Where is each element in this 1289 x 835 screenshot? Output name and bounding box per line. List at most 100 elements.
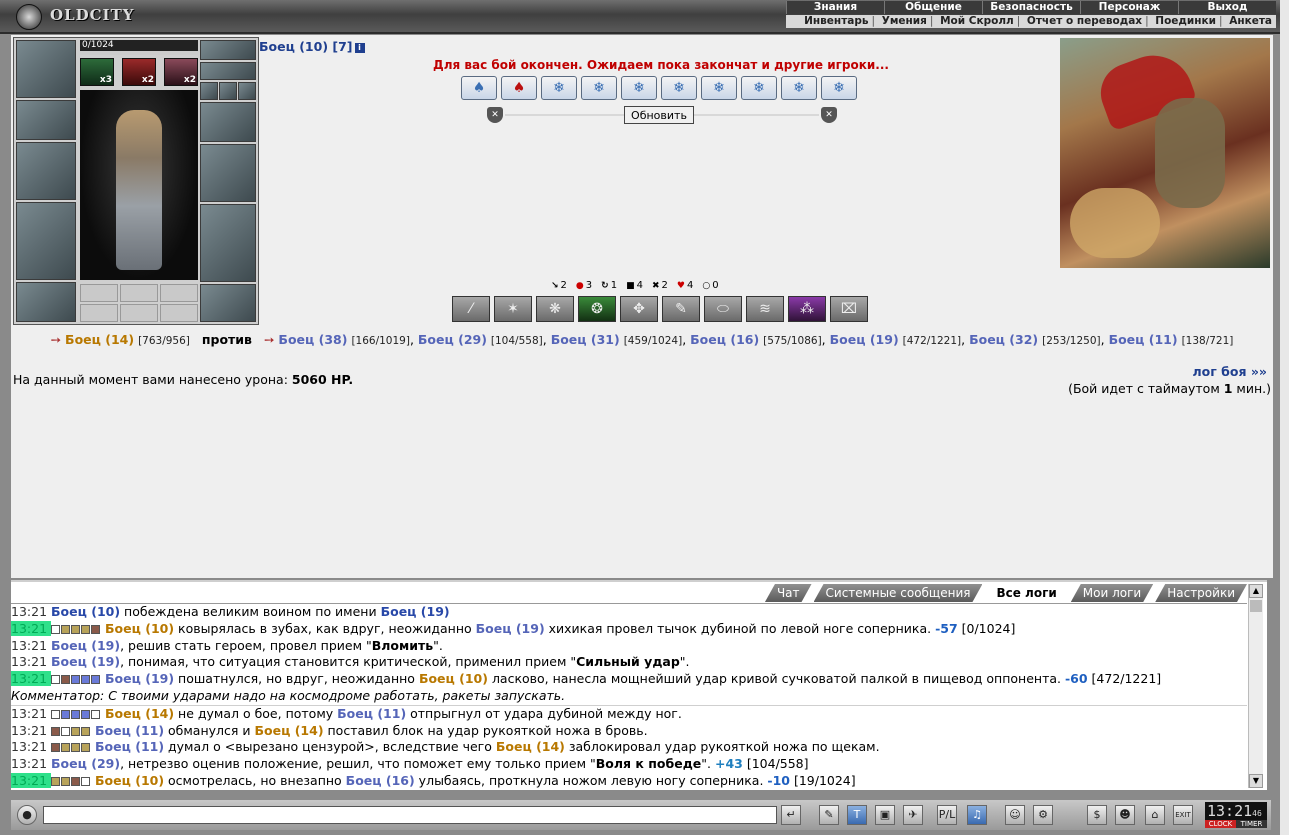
settings-icon[interactable]: ⚙ bbox=[1033, 805, 1053, 825]
save-icon[interactable]: ▣ bbox=[875, 805, 895, 825]
ability-shield-icon[interactable]: ⬭ bbox=[704, 296, 742, 322]
buff-red-icon[interactable]: x2 bbox=[122, 58, 156, 86]
fighter-name[interactable]: Боец (10) [7] i bbox=[259, 39, 365, 54]
helmet-slot[interactable] bbox=[16, 40, 76, 98]
buff-dark-icon[interactable]: x2 bbox=[164, 58, 198, 86]
card-frost-icon[interactable]: ❄ bbox=[741, 76, 777, 100]
gloves-slot[interactable] bbox=[200, 102, 256, 142]
smile-icon[interactable]: ☺ bbox=[1005, 805, 1025, 825]
subnav-transfers[interactable]: Отчет о переводах bbox=[1027, 15, 1142, 27]
card-frost-icon[interactable]: ❄ bbox=[781, 76, 817, 100]
hp-bar: 0/1024 bbox=[80, 40, 198, 51]
enemy-fighter[interactable]: Боец (29) bbox=[418, 332, 487, 347]
nav-exit[interactable]: Выход bbox=[1178, 1, 1276, 14]
subnav-skills[interactable]: Умения bbox=[882, 15, 927, 27]
card-frost-icon[interactable]: ❄ bbox=[621, 76, 657, 100]
house-icon[interactable]: ⌂ bbox=[1145, 805, 1165, 825]
empty-slot-4[interactable] bbox=[80, 304, 118, 322]
weapon-slot[interactable] bbox=[16, 142, 76, 200]
ability-nature-icon[interactable]: ❂ bbox=[578, 296, 616, 322]
enemy-fighter[interactable]: Боец (31) bbox=[551, 332, 620, 347]
nav-character[interactable]: Персонаж bbox=[1080, 1, 1178, 14]
card-frost-icon[interactable]: ❄ bbox=[821, 76, 857, 100]
log-scrollbar[interactable]: ▲ ▼ bbox=[1248, 584, 1263, 788]
enemy-fighter[interactable]: Боец (32) bbox=[969, 332, 1038, 347]
tab-my-logs[interactable]: Мои логи bbox=[1071, 584, 1153, 602]
fighter-self[interactable]: Боец (14) bbox=[65, 332, 134, 347]
mask-icon[interactable]: ☻ bbox=[1115, 805, 1135, 825]
bracers-slot[interactable] bbox=[16, 100, 76, 140]
smiley-menu-icon[interactable]: ● bbox=[17, 805, 37, 825]
ability-blade-icon[interactable]: ⁄ bbox=[452, 296, 490, 322]
ring-slot-1[interactable] bbox=[200, 82, 218, 100]
filter-icon[interactable]: T bbox=[847, 805, 867, 825]
subnav-my-scroll[interactable]: Мой Скролл bbox=[940, 15, 1014, 27]
scroll-down-icon[interactable]: ▼ bbox=[1249, 774, 1263, 788]
nav-knowledge[interactable]: Знания bbox=[786, 1, 884, 14]
character-portrait[interactable] bbox=[80, 90, 198, 280]
empty-slot-3[interactable] bbox=[160, 284, 198, 302]
empty-slot-1[interactable] bbox=[80, 284, 118, 302]
ability-spark-icon[interactable]: ✶ bbox=[494, 296, 532, 322]
tab-chat[interactable]: Чат bbox=[765, 584, 812, 602]
leggings-slot[interactable] bbox=[200, 204, 256, 282]
chat-input[interactable] bbox=[43, 806, 777, 824]
ability-dagger-icon[interactable]: ✎ bbox=[662, 296, 700, 322]
scroll-up-icon[interactable]: ▲ bbox=[1249, 584, 1263, 598]
send-icon[interactable]: ↵ bbox=[781, 805, 801, 825]
stat-crit: ✖ 2 bbox=[651, 280, 668, 291]
tab-settings[interactable]: Настройки bbox=[1155, 584, 1247, 602]
enemy-fighter[interactable]: Боец (38) bbox=[278, 332, 347, 347]
ability-wings-icon[interactable]: ❋ bbox=[536, 296, 574, 322]
subnav-inventory[interactable]: Инвентарь bbox=[804, 15, 868, 27]
refresh-button[interactable]: Обновить bbox=[624, 106, 694, 124]
enemy-fighter[interactable]: Боец (19) bbox=[830, 332, 899, 347]
ability-claw-icon[interactable]: ≋ bbox=[746, 296, 784, 322]
subnav-profile[interactable]: Анкета bbox=[1229, 15, 1272, 27]
info-icon[interactable]: i bbox=[354, 42, 365, 53]
card-player-hit-icon[interactable]: ♠ bbox=[501, 76, 537, 100]
tab-all-logs[interactable]: Все логи bbox=[984, 584, 1068, 602]
clear-icon[interactable]: ✎ bbox=[819, 805, 839, 825]
block-icon: ■ bbox=[626, 281, 635, 291]
enemy-fighter[interactable]: Боец (11) bbox=[1109, 332, 1178, 347]
exit-door-icon[interactable]: EXIT bbox=[1173, 805, 1193, 825]
empty-slot-2[interactable] bbox=[120, 284, 158, 302]
music-icon[interactable]: ♫ bbox=[967, 805, 987, 825]
money-bag-icon[interactable]: $ bbox=[1087, 805, 1107, 825]
card-frost-icon[interactable]: ❄ bbox=[701, 76, 737, 100]
log-row: 13:21 Боец (10) ковырялась в зубах, как … bbox=[11, 620, 1016, 636]
card-player-icon[interactable]: ♠ bbox=[461, 76, 497, 100]
tab-system-messages[interactable]: Системные сообщения bbox=[814, 584, 983, 602]
shield-slot[interactable] bbox=[200, 144, 256, 202]
travel-icon[interactable]: ✈ bbox=[903, 805, 923, 825]
private-log-icon[interactable]: P/L bbox=[937, 805, 957, 825]
ability-empty-icon[interactable]: ⌧ bbox=[830, 296, 868, 322]
ring-slot-2[interactable] bbox=[219, 82, 237, 100]
armor-slot[interactable] bbox=[16, 202, 76, 280]
earrings-slot[interactable] bbox=[200, 62, 256, 80]
card-frost-icon[interactable]: ❄ bbox=[541, 76, 577, 100]
battle-log-link[interactable]: лог боя »» bbox=[1193, 364, 1267, 379]
card-frost-icon[interactable]: ❄ bbox=[661, 76, 697, 100]
damage-summary: На данный момент вами нанесено урона: 50… bbox=[13, 372, 354, 387]
buff-green-icon[interactable]: x3 bbox=[80, 58, 114, 86]
strike-icon: ↘ bbox=[551, 281, 559, 291]
amulet-slot[interactable] bbox=[200, 40, 256, 60]
card-frost-icon[interactable]: ❄ bbox=[581, 76, 617, 100]
scroll-thumb[interactable] bbox=[1250, 600, 1262, 612]
ability-arcane-icon[interactable]: ⁂ bbox=[788, 296, 826, 322]
logo[interactable]: OLDCITY bbox=[4, 2, 133, 30]
subnav-duels[interactable]: Поединки bbox=[1155, 15, 1216, 27]
empty-slot-6[interactable] bbox=[160, 304, 198, 322]
logo-text: OLDCITY bbox=[50, 6, 135, 24]
enemy-fighter[interactable]: Боец (16) bbox=[690, 332, 759, 347]
empty-slot-5[interactable] bbox=[120, 304, 158, 322]
nav-communication[interactable]: Общение bbox=[884, 1, 982, 14]
game-clock: 13:2146 CLOCK TIMER bbox=[1205, 802, 1267, 828]
nav-security[interactable]: Безопасность bbox=[982, 1, 1080, 14]
ring-slot-3[interactable] bbox=[238, 82, 256, 100]
boots-slot[interactable] bbox=[200, 284, 256, 322]
ability-wing-icon[interactable]: ✥ bbox=[620, 296, 658, 322]
belt-slot[interactable] bbox=[16, 282, 76, 322]
